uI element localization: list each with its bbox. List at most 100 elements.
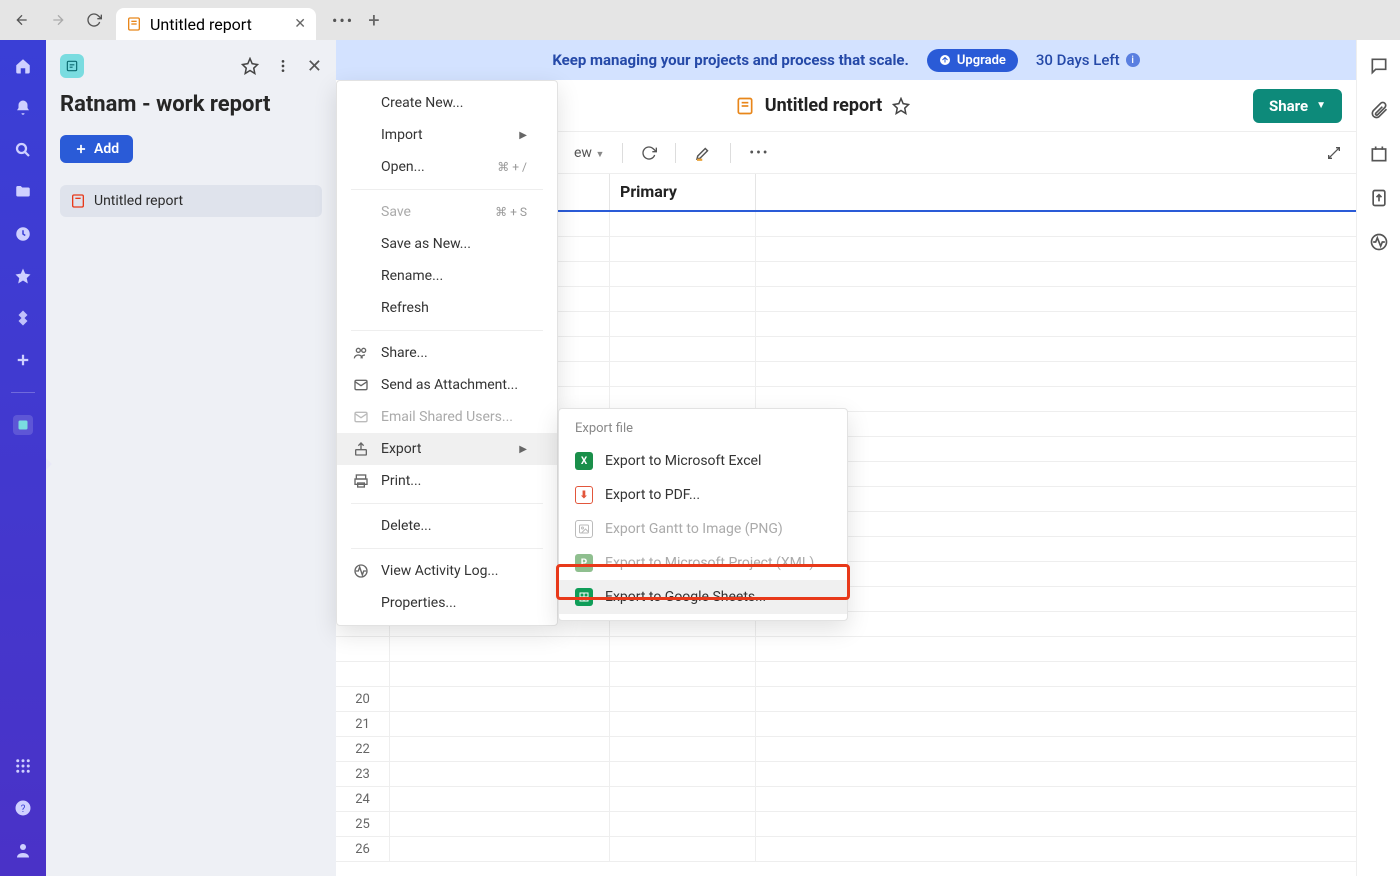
browser-tab[interactable]: Untitled report ✕ [116,8,316,40]
highlight-icon[interactable] [694,144,712,162]
more-vertical-icon[interactable] [275,58,291,74]
table-row[interactable] [336,637,1356,662]
export-google-sheets[interactable]: Export to Google Sheets... [559,580,847,614]
print-icon [353,473,369,489]
home-icon[interactable] [13,56,33,76]
menu-print[interactable]: Print... [337,465,557,497]
menu-activity-log[interactable]: View Activity Log... [337,555,557,587]
more-icon[interactable]: ••• [749,145,769,161]
chevron-right-icon: ▶ [519,130,527,141]
upgrade-button[interactable]: Upgrade [927,49,1018,72]
menu-email-shared: Email Shared Users... [337,401,557,433]
excel-icon: X [575,452,593,470]
workspace-badge-icon[interactable] [60,54,84,78]
menu-save-as[interactable]: Save as New... [337,228,557,260]
chevron-right-icon: ▶ [519,444,527,455]
folder-icon[interactable] [13,182,33,202]
export-pdf[interactable]: ⬇Export to PDF... [559,478,847,512]
attachment-icon[interactable] [1369,100,1389,120]
google-sheets-icon [575,588,593,606]
activity-icon [353,563,369,579]
table-row[interactable]: 22 [336,737,1356,762]
share-button[interactable]: Share ▼ [1253,89,1342,123]
image-icon [575,520,593,538]
menu-save: Save⌘ + S [337,196,557,228]
help-icon[interactable]: ? [13,798,33,818]
export-gantt-png: Export Gantt to Image (PNG) [559,512,847,546]
left-rail: ? [0,40,46,876]
info-icon[interactable]: i [1126,53,1140,67]
file-menu-dropdown: Create New... Import▶ Open...⌘ + / Save⌘… [336,80,558,626]
menu-create-new[interactable]: Create New... [337,87,557,119]
msproject-icon: P [575,554,593,572]
forward-button[interactable] [44,6,72,34]
menu-share[interactable]: Share... [337,337,557,369]
reload-button[interactable] [80,6,108,34]
activity-icon[interactable] [1369,232,1389,252]
menu-delete[interactable]: Delete... [337,510,557,542]
table-row[interactable]: 24 [336,787,1356,812]
table-row[interactable]: 25 [336,812,1356,837]
mail-icon [353,409,369,425]
row-number: 20 [336,687,390,711]
comment-icon[interactable] [1369,56,1389,76]
refresh-icon[interactable] [641,145,657,161]
sidebar-item-report[interactable]: Untitled report [60,185,322,217]
close-sidebar-icon[interactable]: ✕ [307,56,322,77]
menu-refresh[interactable]: Refresh [337,292,557,324]
menu-send-attachment[interactable]: Send as Attachment... [337,369,557,401]
table-row[interactable]: 26 [336,837,1356,862]
menu-properties[interactable]: Properties... [337,587,557,619]
favorite-star-icon[interactable] [892,97,910,115]
apps-icon[interactable] [13,756,33,776]
plus-icon [74,142,88,156]
table-row[interactable]: 20 [336,687,1356,712]
expand-icon[interactable] [1326,145,1342,161]
upload-icon[interactable] [1369,188,1389,208]
row-number: 26 [336,837,390,861]
browser-tabbar: Untitled report ✕ ••• + [0,0,1400,40]
proof-icon[interactable] [1369,144,1389,164]
days-left: 30 Days Left i [1036,51,1140,69]
export-excel[interactable]: XExport to Microsoft Excel [559,444,847,478]
right-rail [1356,40,1400,876]
document-title[interactable]: Untitled report [765,95,883,116]
tab-title: Untitled report [150,15,252,34]
table-row[interactable]: 23 [336,762,1356,787]
table-row[interactable] [336,662,1356,687]
clock-icon[interactable] [13,224,33,244]
menu-open[interactable]: Open...⌘ + / [337,151,557,183]
row-number: 24 [336,787,390,811]
back-button[interactable] [8,6,36,34]
menu-export[interactable]: Export▶ [337,433,557,465]
tab-overflow-icon[interactable]: ••• [332,11,354,30]
upgrade-banner: Keep managing your projects and process … [336,40,1356,80]
favorite-star-icon[interactable] [241,57,259,75]
row-number: 22 [336,737,390,761]
main-area: Keep managing your projects and process … [336,40,1356,876]
export-icon [353,441,369,457]
add-button[interactable]: Add [60,135,133,163]
export-ms-project: PExport to Microsoft Project (XML) [559,546,847,580]
plus-icon[interactable] [13,350,33,370]
share-label: Share [1269,97,1308,115]
column-header-primary[interactable]: Primary [610,174,756,210]
menu-rename[interactable]: Rename... [337,260,557,292]
svg-text:?: ? [21,804,26,815]
table-row[interactable]: 21 [336,712,1356,737]
menu-import[interactable]: Import▶ [337,119,557,151]
close-tab-icon[interactable]: ✕ [294,16,306,32]
user-icon[interactable] [13,840,33,860]
diamond-icon[interactable] [13,308,33,328]
banner-message: Keep managing your projects and process … [552,51,909,69]
row-number: 21 [336,712,390,736]
view-dropdown[interactable]: ew ▼ [574,145,604,161]
new-tab-button[interactable]: + [368,8,379,32]
workspace-icon[interactable] [13,415,33,435]
search-icon[interactable] [13,140,33,160]
rail-active-indicator [46,458,52,470]
bell-icon[interactable] [13,98,33,118]
upgrade-label: Upgrade [957,53,1006,68]
star-icon[interactable] [13,266,33,286]
report-icon [735,96,755,116]
